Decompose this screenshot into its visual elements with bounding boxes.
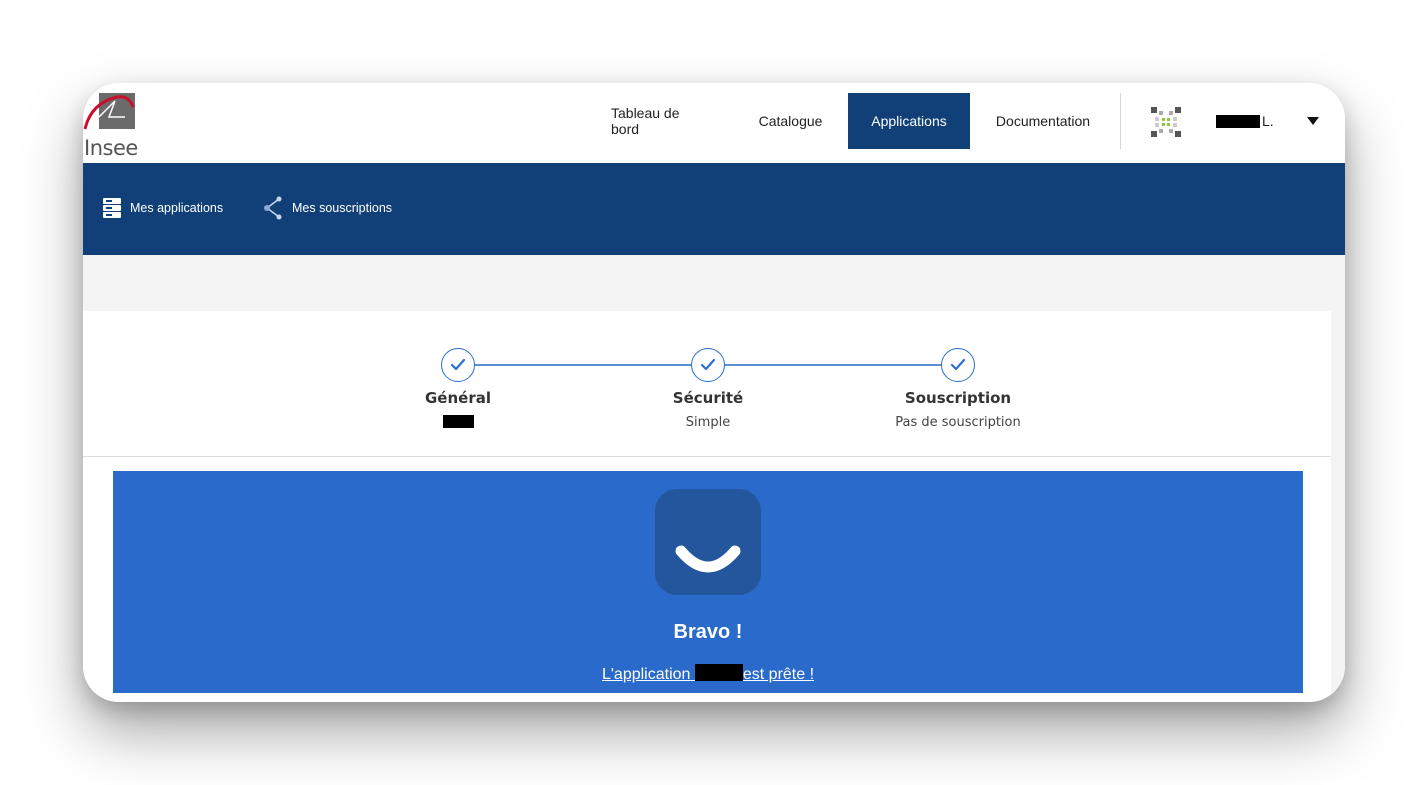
user-name-suffix: L. [1262, 113, 1274, 129]
stepper-connector [725, 364, 941, 366]
application-ready-link[interactable]: L'application est prête ! [113, 664, 1303, 684]
success-title: Bravo ! [673, 621, 743, 643]
ready-text-before: L'application [601, 666, 695, 683]
smile-icon [655, 489, 761, 595]
server-stack-icon [103, 198, 121, 218]
user-avatar[interactable] [1149, 105, 1183, 139]
subnav-mes-souscriptions[interactable]: Mes souscriptions [262, 195, 392, 221]
nav-documentation[interactable]: Documentation [975, 93, 1111, 149]
app-window: Insee Tableau de bord Catalogue Applicat… [83, 83, 1345, 702]
step-souscription-check [941, 348, 975, 382]
step-securite-subtitle: Simple [685, 415, 731, 430]
step-general-check [441, 348, 475, 382]
redacted-application-name [442, 415, 474, 428]
logo-text: Insee [84, 136, 138, 160]
subnav-mes-applications[interactable]: Mes applications [102, 195, 223, 221]
step-souscription-title: Souscription [904, 389, 1012, 407]
subnav-label-applications: Mes applications [130, 201, 224, 215]
caret-down-icon[interactable] [1305, 113, 1321, 129]
ready-text-after: est prête ! [742, 666, 815, 683]
step-securite-check [691, 348, 725, 382]
identicon-avatar-icon [1149, 105, 1183, 139]
top-header: Insee Tableau de bord Catalogue Applicat… [83, 83, 1345, 163]
insee-logo[interactable]: Insee [83, 93, 143, 160]
redacted-user-name [1216, 114, 1260, 128]
check-icon [950, 358, 966, 371]
step-general-title: Général [425, 389, 491, 407]
step-general-subtitle [358, 415, 558, 430]
nav-applications[interactable]: Applications [848, 93, 970, 149]
redacted-application-name [694, 664, 743, 681]
check-icon [700, 358, 716, 371]
stepper-connector [475, 364, 691, 366]
step-souscription-subtitle: Pas de souscription [895, 415, 1021, 430]
sub-navigation: Mes applications Mes souscriptions [83, 163, 1345, 255]
nav-tableau-de-bord[interactable]: Tableau de bord [590, 93, 732, 149]
subnav-label-souscriptions: Mes souscriptions [292, 201, 393, 215]
nav-catalogue[interactable]: Catalogue [738, 93, 843, 149]
step-securite-title: Sécurité [672, 389, 744, 407]
check-icon [450, 358, 466, 371]
success-banner: Bravo ! L'application est prête ! [113, 471, 1303, 693]
nav-separator [1120, 93, 1121, 149]
user-name[interactable]: L. [1216, 112, 1274, 130]
card-divider [83, 456, 1331, 457]
share-icon [264, 196, 282, 220]
